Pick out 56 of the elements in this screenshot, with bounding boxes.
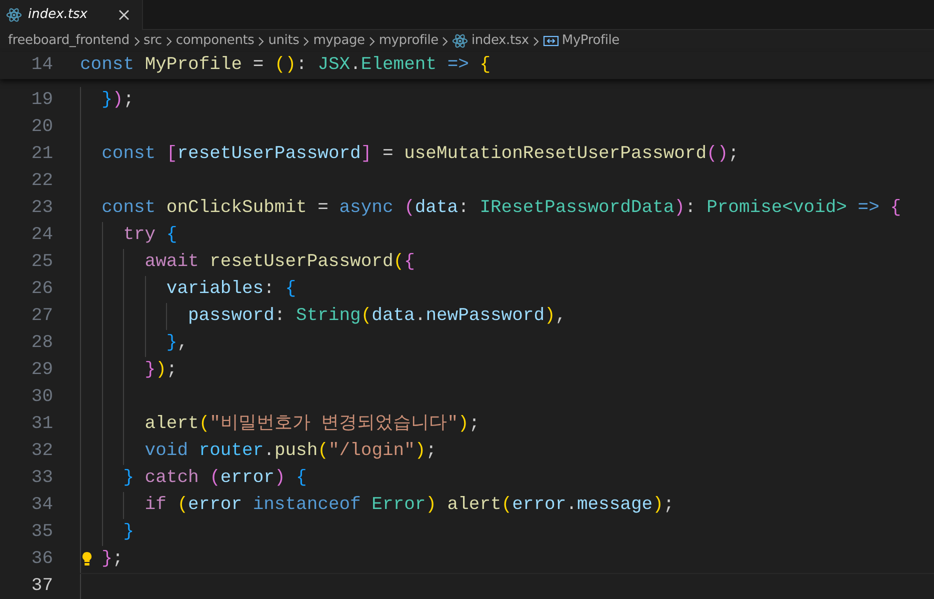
line-number: 31 [30, 413, 54, 436]
chevron-icon [368, 36, 376, 46]
line-number: 37 [30, 575, 54, 598]
line-number: 28 [30, 332, 54, 355]
line-number: 27 [30, 305, 54, 328]
code-line: const MyProfile = (): JSX.Element => { [80, 54, 491, 77]
breadcrumb-item[interactable]: components [176, 31, 254, 51]
line-number: 36 [30, 548, 54, 571]
line-number: 34 [30, 494, 54, 517]
breadcrumb-item[interactable]: freeboard_frontend [8, 31, 130, 51]
code-line: }); [144, 359, 178, 382]
code-line: if (error instanceof Error) alert(error.message); [144, 494, 674, 517]
line-number: 19 [30, 89, 54, 112]
chevron-icon [532, 36, 540, 46]
breadcrumb-item[interactable]: units [268, 31, 300, 51]
code-line: alert("비밀번호가 변경되었습니다"); [144, 413, 480, 436]
react-icon [452, 33, 468, 49]
line-number: 14 [30, 54, 54, 77]
breadcrumb-item[interactable]: src [144, 31, 162, 51]
breadcrumb-item[interactable]: MyProfile [562, 31, 620, 51]
chevron-icon [441, 36, 450, 46]
code-line: try { [123, 224, 178, 247]
code-line: } [123, 521, 134, 544]
code-line: await resetUserPassword({ [144, 251, 415, 274]
code-line: void router.push("/login"); [144, 440, 437, 463]
chevron-icon [302, 36, 310, 46]
chevron-icon [257, 36, 266, 46]
line-number: 23 [30, 197, 54, 220]
line-number: 29 [30, 359, 54, 382]
code-line: }, [166, 332, 188, 355]
line-number: 26 [30, 278, 54, 301]
code-line: const [resetUserPassword] = useMutationResetUserPassword(); [102, 143, 739, 166]
code-line: }); [102, 89, 134, 112]
line-number: 24 [30, 224, 54, 247]
line-number: 20 [30, 116, 54, 139]
line-number: 32 [30, 440, 54, 463]
code-line: } catch (error) { [123, 467, 307, 490]
lightbulb-icon[interactable] [81, 551, 93, 567]
chevron-icon [132, 36, 140, 46]
line-number: 30 [30, 386, 54, 409]
breadcrumb-item[interactable]: myprofile [378, 31, 438, 51]
editor-tab[interactable]: index.tsx [0, 0, 142, 30]
breadcrumb-item[interactable]: mypage [313, 31, 365, 51]
line-number: 35 [30, 521, 54, 544]
line-number: 33 [30, 467, 54, 490]
react-icon [6, 7, 22, 23]
chevron-icon [164, 36, 173, 46]
code-line: }; [102, 548, 124, 571]
code-line: const onClickSubmit = async (data: IResetPasswordData): Promise<void> => { [102, 197, 902, 220]
line-number: 22 [30, 170, 54, 193]
code-line: password: String(data.newPassword), [188, 305, 566, 328]
line-number: 25 [30, 251, 54, 274]
code-line: variables: { [166, 278, 296, 301]
symbol-icon [542, 33, 559, 49]
breadcrumb-item[interactable]: index.tsx [471, 31, 529, 51]
line-number: 21 [30, 143, 54, 166]
